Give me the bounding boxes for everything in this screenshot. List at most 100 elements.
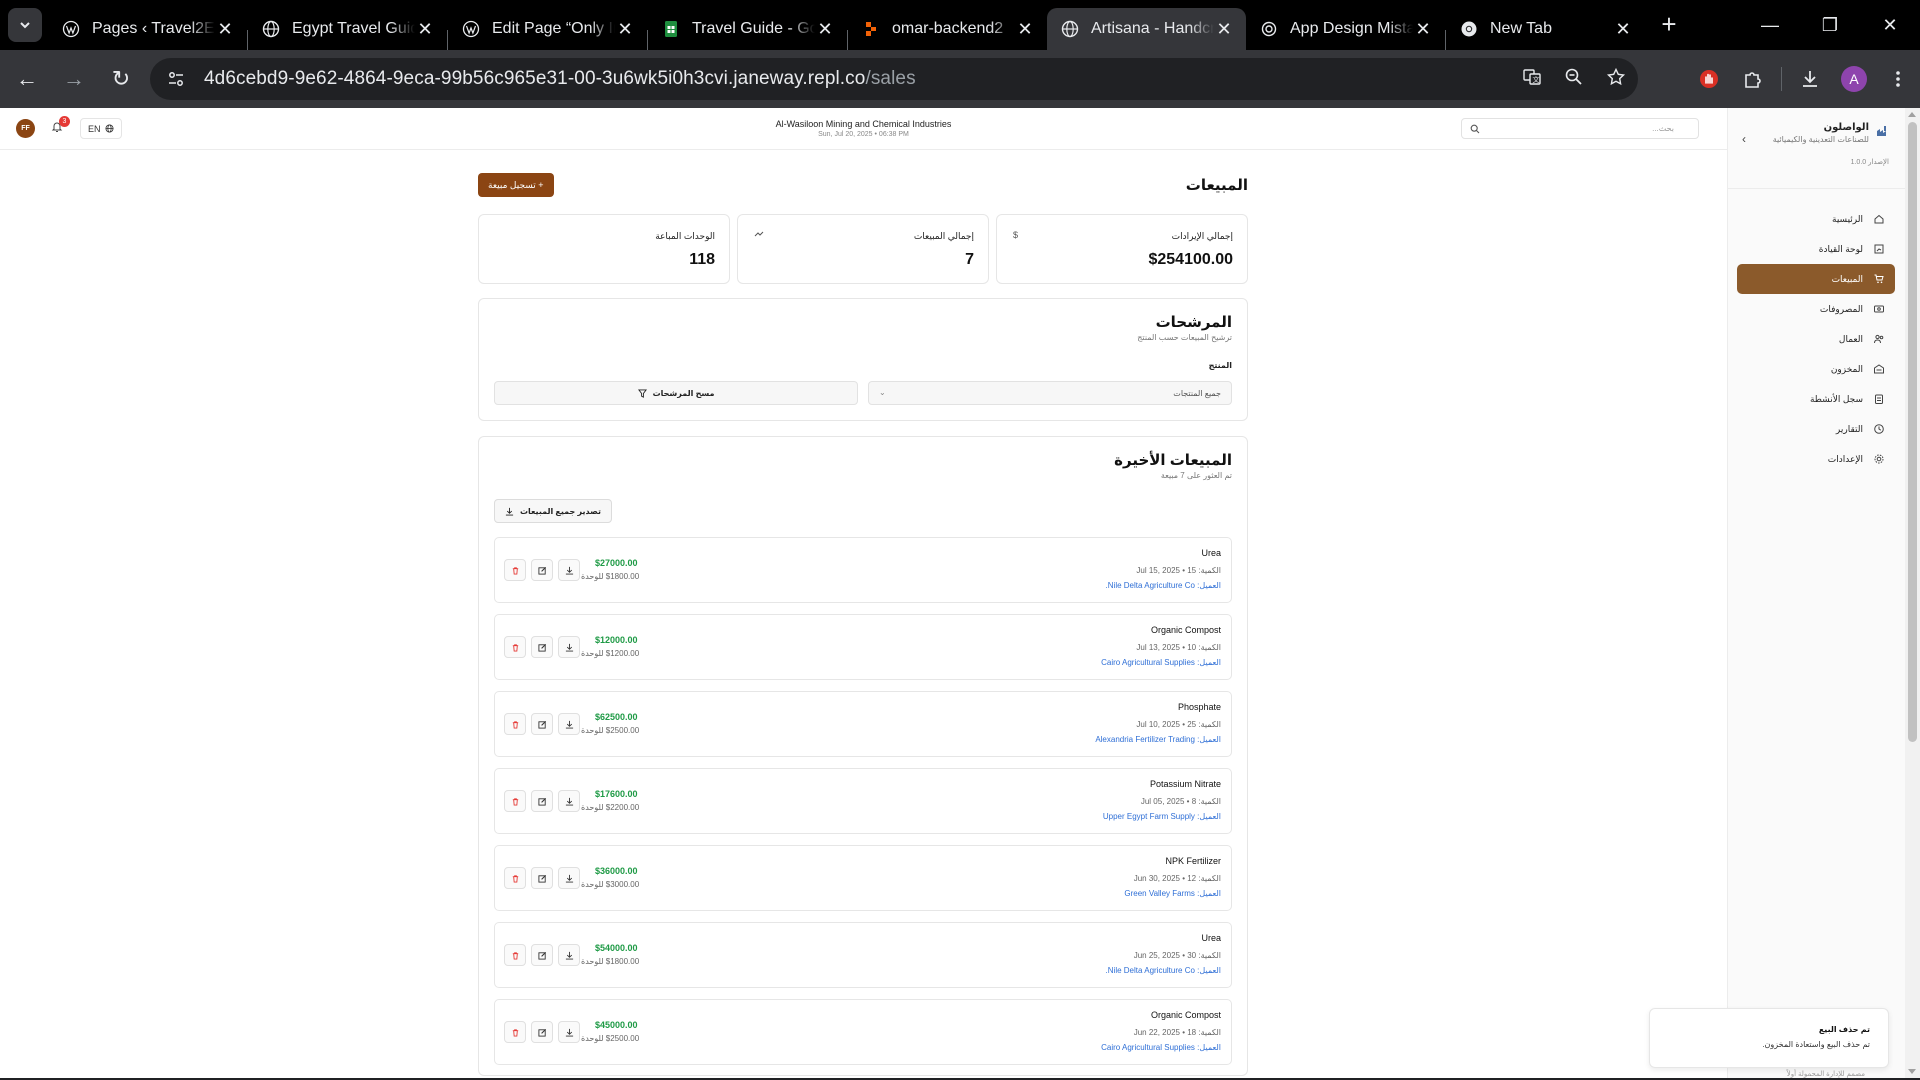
close-tab-icon[interactable]: ✕: [1613, 19, 1633, 40]
browser-tab[interactable]: App Design Mistakes✕: [1246, 8, 1445, 50]
chrome-menu-icon[interactable]: [1876, 57, 1920, 101]
dollar-icon: $: [1013, 230, 1019, 240]
close-tab-icon[interactable]: ✕: [1214, 19, 1234, 40]
reload-button[interactable]: ↻: [101, 59, 141, 99]
sale-customer[interactable]: العميل: Nile Delta Agriculture Co.: [1106, 581, 1221, 590]
sidebar-item-label: العمال: [1838, 333, 1863, 344]
sidebar-item[interactable]: لوحة القيادة: [1737, 234, 1895, 264]
sale-customer[interactable]: العميل: Cairo Agricultural Supplies: [1101, 658, 1221, 667]
browser-tab[interactable]: Travel Guide - Google Sheets✕: [648, 8, 847, 50]
sale-unit-price: $1200.00 للوحدة: [581, 649, 640, 658]
sidebar-item-label: لوحة القيادة: [1818, 243, 1863, 254]
address-bar[interactable]: 4d6cebd9-9e62-4864-9eca-99b56c965e31-00-…: [150, 58, 1638, 100]
edit-sale-button[interactable]: [531, 1021, 553, 1043]
clear-filters-button[interactable]: مسح المرشحات: [494, 381, 858, 405]
edit-sale-button[interactable]: [531, 790, 553, 812]
customer-label: العميل:: [1197, 735, 1221, 744]
translate-icon[interactable]: 文: [1522, 67, 1542, 92]
sidebar-item[interactable]: المخزون: [1737, 354, 1895, 384]
sidebar-item[interactable]: التقارير: [1737, 414, 1895, 444]
sidebar-item[interactable]: الإعدادات: [1737, 444, 1895, 474]
download-invoice-button[interactable]: [558, 1021, 580, 1043]
extensions-puzzle-icon[interactable]: [1731, 57, 1775, 101]
sale-customer[interactable]: العميل: Green Valley Farms: [1124, 889, 1221, 898]
replit-icon: [862, 20, 880, 38]
scroll-up-arrow[interactable]: [1908, 112, 1916, 117]
delete-sale-button[interactable]: [504, 1021, 526, 1043]
download-invoice-button[interactable]: [558, 944, 580, 966]
minimize-button[interactable]: —: [1740, 0, 1800, 50]
browser-tab[interactable]: Artisana - Handcrafted✕: [1047, 8, 1246, 50]
download-invoice-button[interactable]: [558, 713, 580, 735]
collapse-sidebar-icon[interactable]: ›: [1742, 132, 1746, 146]
edit-sale-button[interactable]: [531, 867, 553, 889]
sidebar-item[interactable]: سجل الأنشطة: [1737, 384, 1895, 414]
sale-customer[interactable]: العميل: Upper Egypt Farm Supply: [1103, 812, 1221, 821]
restore-button[interactable]: ❐: [1800, 0, 1860, 50]
sale-total: $12000.00: [595, 635, 638, 645]
sidebar-item[interactable]: الرئيسية: [1737, 204, 1895, 234]
download-icon: [565, 797, 573, 806]
browser-tab[interactable]: Edit Page “Only In Egypt”✕: [448, 8, 647, 50]
sidebar-item[interactable]: المصروفات: [1737, 294, 1895, 324]
search-input[interactable]: بحث...: [1461, 118, 1699, 139]
tab-search-button[interactable]: [8, 8, 42, 42]
edit-sale-button[interactable]: [531, 944, 553, 966]
close-tab-icon[interactable]: ✕: [615, 19, 635, 40]
zoom-out-icon[interactable]: [1564, 67, 1584, 92]
delete-sale-button[interactable]: [504, 944, 526, 966]
site-info-icon[interactable]: [156, 63, 196, 95]
edit-sale-button[interactable]: [531, 713, 553, 735]
extension-hand-icon[interactable]: [1687, 57, 1731, 101]
export-all-sales-button[interactable]: تصدير جميع المبيعات: [494, 499, 612, 523]
profile-avatar[interactable]: A: [1832, 57, 1876, 101]
new-tab-button[interactable]: +: [1651, 6, 1687, 42]
sale-row: Urea الكمية: 30 • Jun 25, 2025 العميل: Nil…: [494, 922, 1232, 988]
sheets-icon: [662, 20, 680, 38]
sidebar-item[interactable]: المبيعات: [1737, 264, 1895, 294]
close-tab-icon[interactable]: ✕: [815, 19, 835, 40]
download-invoice-button[interactable]: [558, 790, 580, 812]
close-tab-icon[interactable]: ✕: [1413, 19, 1433, 40]
download-invoice-button[interactable]: [558, 559, 580, 581]
delete-sale-button[interactable]: [504, 636, 526, 658]
forward-button[interactable]: →: [54, 59, 94, 99]
delete-sale-button[interactable]: [504, 713, 526, 735]
stat-total-sales: إجمالي المبيعات 7: [737, 214, 989, 284]
browser-tab[interactable]: New Tab ✕: [1446, 8, 1645, 50]
page-scrollbar[interactable]: [1905, 108, 1920, 1078]
record-sale-button[interactable]: + تسجيل مبيعة: [478, 173, 554, 197]
trash-icon: [512, 566, 518, 575]
download-icon[interactable]: [1788, 57, 1832, 101]
scrollbar-thumb[interactable]: [1908, 122, 1917, 742]
sidebar-item[interactable]: العمال: [1737, 324, 1895, 354]
browser-tab[interactable]: omar-backend2 ✕: [848, 8, 1047, 50]
download-invoice-button[interactable]: [558, 636, 580, 658]
close-tab-icon[interactable]: ✕: [215, 19, 235, 40]
delete-sale-button[interactable]: [504, 790, 526, 812]
sidebar-item-label: التقارير: [1835, 423, 1863, 434]
globe-icon: [1061, 20, 1079, 38]
delete-sale-button[interactable]: [504, 867, 526, 889]
close-tab-icon[interactable]: ✕: [1015, 19, 1035, 40]
edit-sale-button[interactable]: [531, 636, 553, 658]
sale-customer[interactable]: العميل: Cairo Agricultural Supplies: [1101, 1043, 1221, 1052]
sale-meta: الكمية: 12 • Jun 30, 2025: [1133, 874, 1221, 883]
scroll-down-arrow[interactable]: [1908, 1069, 1916, 1074]
sale-meta: الكمية: 15 • Jul 15, 2025: [1136, 566, 1221, 575]
sale-customer[interactable]: العميل: Alexandria Fertilizer Trading: [1095, 735, 1221, 744]
sale-customer[interactable]: العميل: Nile Delta Agriculture Co.: [1106, 966, 1221, 975]
back-button[interactable]: ←: [7, 59, 47, 99]
delete-sale-button[interactable]: [504, 559, 526, 581]
browser-tab[interactable]: Pages ‹ Travel2Egypt✕: [48, 8, 247, 50]
trash-icon: [512, 951, 518, 960]
edit-icon: [537, 951, 546, 960]
clock-icon: [1873, 423, 1885, 435]
edit-sale-button[interactable]: [531, 559, 553, 581]
browser-tab[interactable]: Egypt Travel Guide ✕: [248, 8, 447, 50]
product-filter-select[interactable]: جميع المنتجات ⌄: [868, 381, 1232, 405]
close-tab-icon[interactable]: ✕: [415, 19, 435, 40]
bookmark-star-icon[interactable]: [1606, 67, 1626, 92]
download-invoice-button[interactable]: [558, 867, 580, 889]
close-window-button[interactable]: ✕: [1860, 0, 1920, 50]
